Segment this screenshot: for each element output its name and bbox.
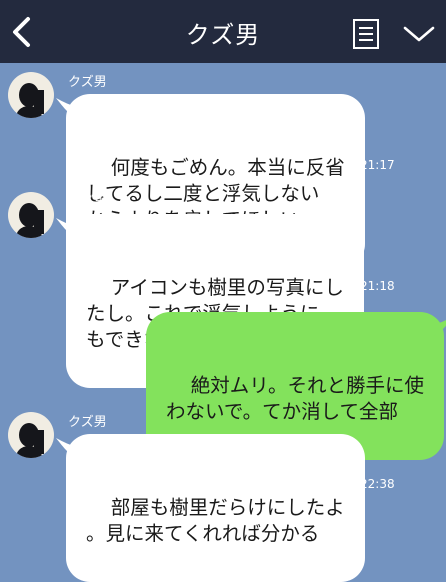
sender-name: クズ男 bbox=[68, 415, 107, 430]
sender-name: クズ男 bbox=[68, 195, 107, 210]
silhouette-icon bbox=[16, 83, 44, 118]
bubble-tail bbox=[56, 98, 78, 118]
sender-name: クズ男 bbox=[68, 75, 107, 90]
message-time: 22:30 bbox=[105, 363, 140, 377]
bubble-tail bbox=[56, 438, 78, 458]
silhouette-icon bbox=[16, 423, 44, 458]
chat-header: クズ男 bbox=[0, 0, 446, 63]
avatar[interactable] bbox=[8, 192, 54, 238]
message-text: 部屋も樹里だらけにしたよ 。見に来てくれれば分かる bbox=[86, 496, 345, 545]
message-time: 21:17 bbox=[360, 158, 395, 172]
menu-list-icon[interactable] bbox=[352, 18, 380, 50]
silhouette-icon bbox=[16, 203, 44, 238]
avatar[interactable] bbox=[8, 72, 54, 118]
message-time: 22:38 bbox=[360, 477, 395, 491]
message-time: 21:18 bbox=[360, 279, 395, 293]
avatar[interactable] bbox=[8, 412, 54, 458]
bubble-tail bbox=[56, 218, 78, 238]
chevron-down-icon[interactable] bbox=[402, 24, 436, 44]
bubble-tail bbox=[432, 320, 446, 336]
message-text: 絶対ムリ。それと勝手に使 わないで。てか消して全部 bbox=[166, 374, 425, 423]
read-receipt: 既読 bbox=[115, 349, 140, 363]
message-bubble[interactable]: 部屋も樹里だらけにしたよ 。見に来てくれれば分かる bbox=[56, 434, 365, 582]
